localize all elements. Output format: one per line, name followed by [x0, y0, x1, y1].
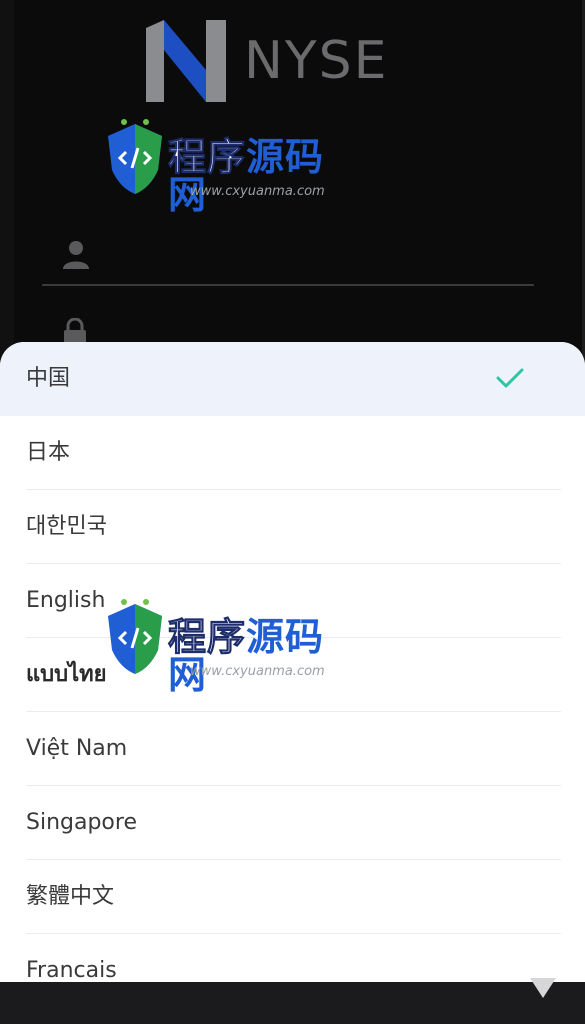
language-item-vi[interactable]: Việt Nam — [0, 712, 585, 786]
nyse-logo-mark-icon — [146, 20, 226, 102]
watermark: 程序源码网 www.cxyuanma.com — [104, 590, 354, 700]
language-item-zh-cn[interactable]: 中国 — [0, 342, 585, 416]
shield-code-icon — [108, 119, 162, 194]
watermark-url: www.cxyuanma.com — [190, 664, 325, 679]
language-item-ja[interactable]: 日本 — [0, 416, 585, 490]
user-icon — [63, 241, 89, 269]
lock-icon — [64, 318, 86, 344]
language-label: English — [26, 588, 106, 613]
watermark: 程序源码网 www.cxyuanma.com — [104, 110, 354, 220]
triangle-down-icon[interactable] — [528, 974, 558, 1000]
watermark-url: www.cxyuanma.com — [190, 184, 325, 199]
username-field[interactable] — [42, 228, 534, 286]
language-item-fr[interactable]: Francais — [0, 934, 585, 982]
language-label: Việt Nam — [26, 736, 128, 761]
shield-code-icon — [108, 599, 162, 674]
bottom-bar — [0, 982, 585, 1024]
language-item-sg[interactable]: Singapore — [0, 786, 585, 860]
app-logo: NYSE — [146, 20, 389, 102]
language-label: 日本 — [26, 440, 71, 465]
language-label: Francais — [26, 958, 117, 982]
language-item-ko[interactable]: 대한민국 — [0, 490, 585, 564]
checkmark-icon — [496, 368, 524, 388]
brand-name: NYSE — [244, 31, 389, 91]
watermark-text: 程序源码网 — [167, 138, 354, 215]
language-item-zh-tw[interactable]: 繁體中文 — [0, 860, 585, 934]
language-label: 中国 — [26, 366, 71, 391]
language-label: 繁體中文 — [26, 884, 115, 909]
watermark-text: 程序源码网 — [167, 618, 354, 695]
language-label: 대한민국 — [26, 514, 107, 539]
language-label: แบบไทย — [26, 662, 107, 687]
language-label: Singapore — [26, 810, 137, 835]
